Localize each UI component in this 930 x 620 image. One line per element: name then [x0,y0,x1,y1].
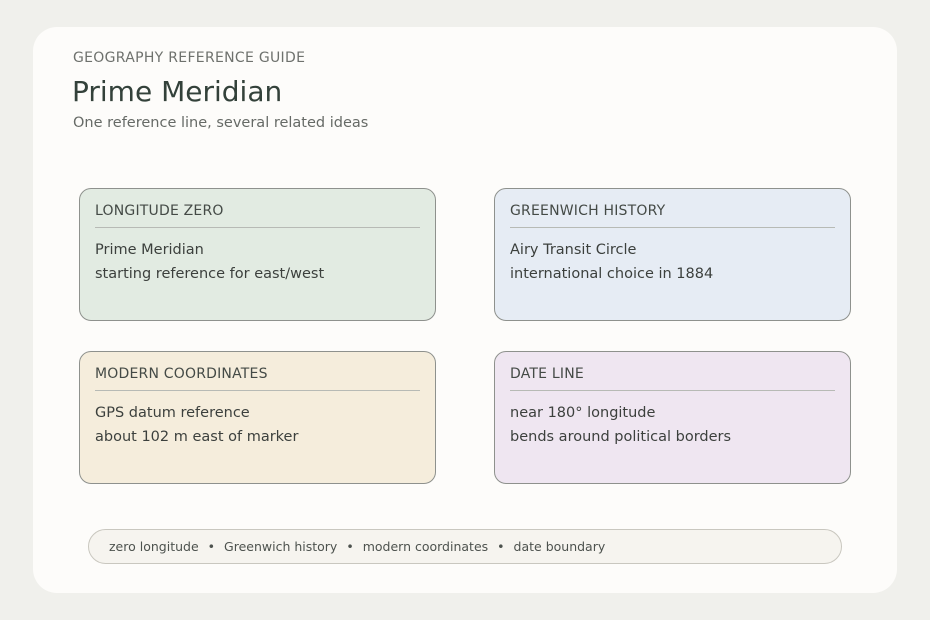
topic-modern-coordinates: modern coordinates [362,539,489,554]
card-line-2: starting reference for east/west [95,266,325,282]
topic-separator: • [207,539,216,554]
page-title: Prime Meridian [72,75,283,108]
card-divider [510,390,835,391]
card-date-line: DATE LINE near 180° longitude bends arou… [494,351,851,484]
card-modern-coordinates: MODERN COORDINATES GPS datum reference a… [79,351,436,484]
topic-separator: • [497,539,505,554]
card-line-1: near 180° longitude [510,405,656,421]
page-subtitle: One reference line, several related idea… [73,115,369,131]
card-divider [95,390,420,391]
card-line-2: about 102 m east of marker [95,429,299,445]
card-heading: MODERN COORDINATES [95,366,268,382]
topic-date-boundary: date boundary [513,539,606,554]
card-line-2: bends around political borders [510,429,732,445]
guide-label: GEOGRAPHY REFERENCE GUIDE [73,50,306,66]
card-heading: DATE LINE [510,366,584,382]
card-heading: LONGITUDE ZERO [95,203,224,219]
card-divider [510,227,835,228]
reference-panel: GEOGRAPHY REFERENCE GUIDE Prime Meridian… [33,27,897,593]
card-divider [95,227,420,228]
card-greenwich-history: GREENWICH HISTORY Airy Transit Circle in… [494,188,851,321]
topic-zero-longitude: zero longitude [109,539,199,554]
card-longitude-zero: LONGITUDE ZERO Prime Meridian starting r… [79,188,436,321]
card-line-1: Prime Meridian [95,242,204,258]
card-line-1: GPS datum reference [95,405,250,421]
topic-separator: • [346,539,354,554]
topic-greenwich-history: Greenwich history [224,539,338,554]
topic-summary-bar: zero longitude • Greenwich history • mod… [88,529,842,564]
card-line-1: Airy Transit Circle [510,242,637,258]
card-heading: GREENWICH HISTORY [510,203,666,219]
card-line-2: international choice in 1884 [510,266,714,282]
